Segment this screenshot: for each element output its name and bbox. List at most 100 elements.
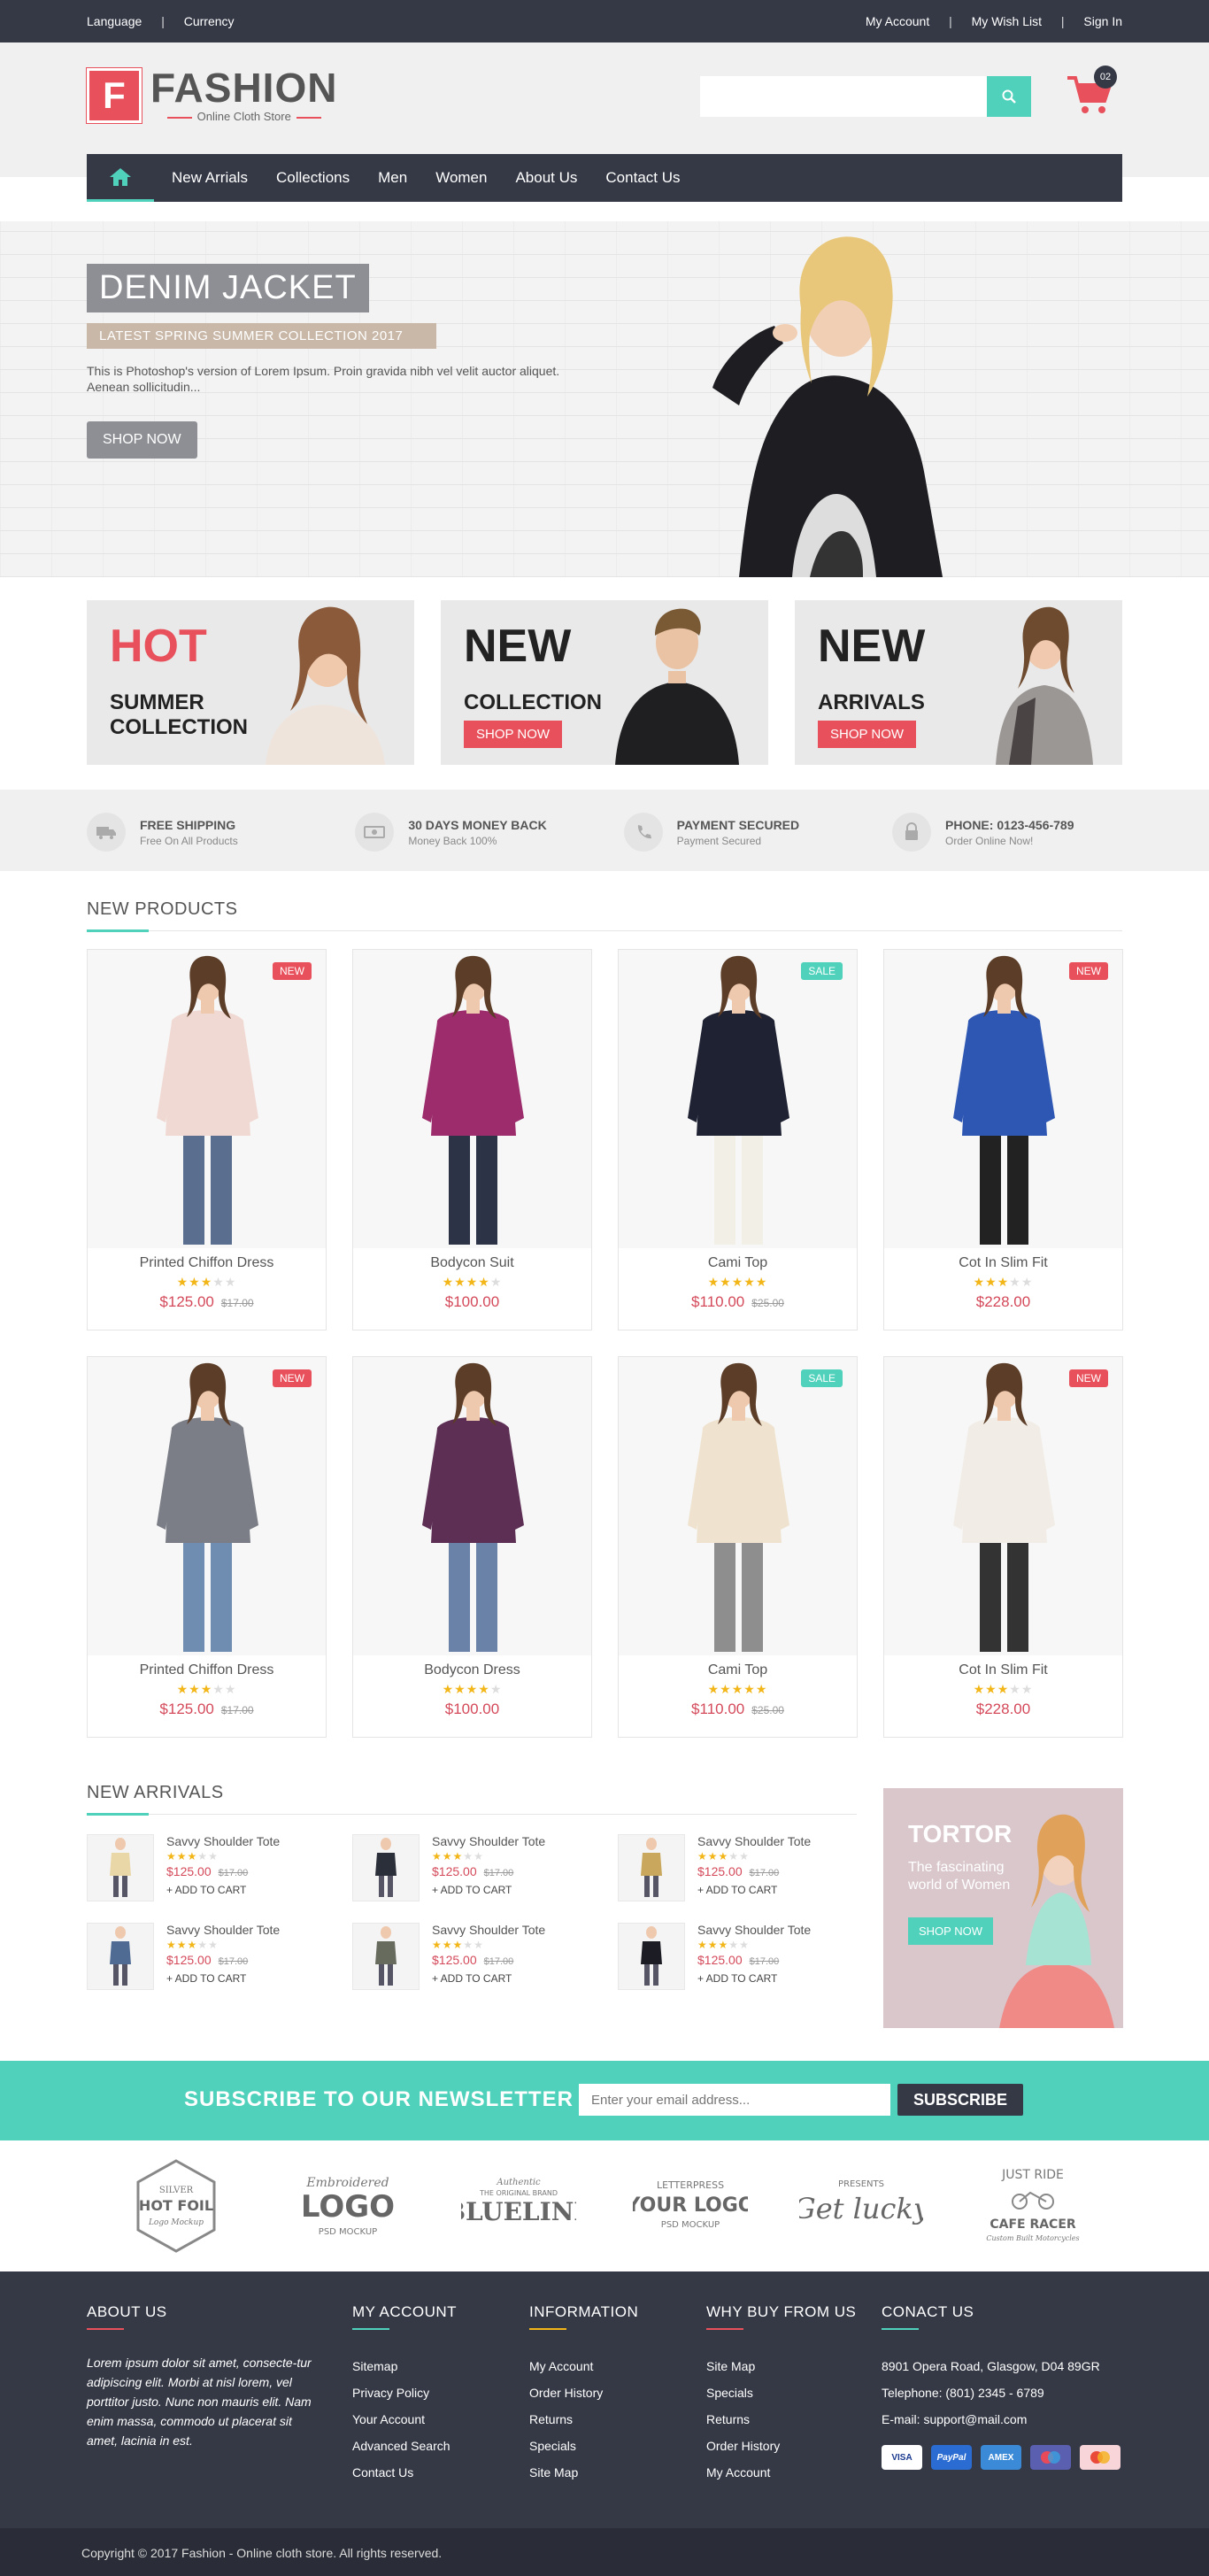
banner-model-image bbox=[266, 606, 385, 765]
product-name[interactable]: Printed Chiffon Dress bbox=[88, 1662, 326, 1678]
footer-link[interactable]: My Account bbox=[706, 2459, 882, 2486]
search-button[interactable] bbox=[987, 76, 1031, 117]
hero-shop-now-button[interactable]: SHOP NOW bbox=[87, 421, 197, 459]
footer-link[interactable]: Order History bbox=[706, 2433, 882, 2459]
product-name[interactable]: Printed Chiffon Dress bbox=[88, 1255, 326, 1271]
add-to-cart-link[interactable]: + ADD TO CART bbox=[432, 1884, 545, 1896]
star-icon: ★ bbox=[166, 1850, 177, 1863]
banner-shop-now-button[interactable]: SHOP NOW bbox=[818, 721, 917, 748]
nav-about-us[interactable]: About Us bbox=[515, 169, 577, 187]
subscribe-button[interactable]: SUBSCRIBE bbox=[897, 2084, 1023, 2116]
footer-link[interactable]: Advanced Search bbox=[352, 2433, 529, 2459]
arrival-name[interactable]: Savvy Shoulder Tote bbox=[697, 1834, 811, 1848]
arrival-name[interactable]: Savvy Shoulder Tote bbox=[432, 1923, 545, 1937]
star-icon: ★ bbox=[739, 1850, 750, 1863]
my-account-link[interactable]: My Account bbox=[866, 14, 929, 28]
nav-contact-us[interactable]: Contact Us bbox=[605, 169, 680, 187]
nav-collections[interactable]: Collections bbox=[276, 169, 350, 187]
footer-link[interactable]: Specials bbox=[529, 2433, 706, 2459]
add-to-cart-link[interactable]: + ADD TO CART bbox=[697, 1972, 811, 1985]
footer-link[interactable]: Your Account bbox=[352, 2406, 529, 2433]
footer-link[interactable]: Contact Us bbox=[352, 2459, 529, 2486]
product-card[interactable]: Bodycon Suit ★★★★★ $100.00 bbox=[352, 949, 592, 1330]
wishlist-link[interactable]: My Wish List bbox=[972, 14, 1042, 28]
banner-shop-now-button[interactable]: SHOP NOW bbox=[464, 721, 563, 748]
nav-women[interactable]: Women bbox=[435, 169, 487, 187]
arrival-thumbnail[interactable] bbox=[618, 1923, 685, 1990]
language-link[interactable]: Language bbox=[87, 14, 142, 28]
product-card[interactable]: NEW Cot In Slim Fit ★★★★★ $228.00 bbox=[883, 949, 1123, 1330]
footer-link[interactable]: Sitemap bbox=[352, 2353, 529, 2379]
arrival-item[interactable]: Savvy Shoulder Tote ★★★★★ $125.00 $17.00 + A… bbox=[87, 1834, 352, 1901]
newsletter-email-input[interactable] bbox=[579, 2084, 890, 2116]
product-card[interactable]: NEW Cot In Slim Fit ★★★★★ $228.00 bbox=[883, 1356, 1123, 1738]
arrival-thumbnail[interactable] bbox=[352, 1834, 420, 1901]
footer-link[interactable]: Site Map bbox=[706, 2353, 882, 2379]
star-icon: ★ bbox=[166, 1939, 177, 1951]
brand-logo[interactable]: LETTERPRESS YOUR LOGO PSD MOCKUP bbox=[624, 2157, 757, 2255]
footer-link[interactable]: Privacy Policy bbox=[352, 2379, 529, 2406]
product-card[interactable]: NEW Printed Chiffon Dress ★★★★★ $125.00 $17.… bbox=[87, 1356, 327, 1738]
arrival-item[interactable]: Savvy Shoulder Tote ★★★★★ $125.00 $17.00 + A… bbox=[618, 1923, 883, 1990]
lock-icon bbox=[905, 822, 918, 840]
footer-link[interactable]: Order History bbox=[529, 2379, 706, 2406]
product-name[interactable]: Cot In Slim Fit bbox=[884, 1662, 1122, 1678]
product-name[interactable]: Cot In Slim Fit bbox=[884, 1255, 1122, 1271]
footer-link[interactable]: Site Map bbox=[529, 2459, 706, 2486]
add-to-cart-link[interactable]: + ADD TO CART bbox=[166, 1972, 280, 1985]
arrival-name[interactable]: Savvy Shoulder Tote bbox=[432, 1834, 545, 1848]
arrival-thumbnail[interactable] bbox=[87, 1834, 154, 1901]
footer-heading: ABOUT US bbox=[87, 2303, 167, 2320]
arrival-item[interactable]: Savvy Shoulder Tote ★★★★★ $125.00 $17.00 + A… bbox=[618, 1834, 883, 1901]
brand-logo[interactable]: Embroidered LOGO PSD MOCKUP bbox=[281, 2157, 414, 2255]
arrival-item[interactable]: Savvy Shoulder Tote ★★★★★ $125.00 $17.00 + A… bbox=[87, 1923, 352, 1990]
footer-link[interactable]: Returns bbox=[529, 2406, 706, 2433]
product-name[interactable]: Cami Top bbox=[619, 1255, 857, 1271]
nav-new-arrivals[interactable]: New Arrials bbox=[172, 169, 248, 187]
product-card[interactable]: SALE Cami Top ★★★★★ $110.00 $25.00 bbox=[618, 1356, 858, 1738]
arrival-item[interactable]: Savvy Shoulder Tote ★★★★★ $125.00 $17.00 + A… bbox=[352, 1923, 618, 1990]
arrival-name[interactable]: Savvy Shoulder Tote bbox=[166, 1834, 280, 1848]
banner-new-arrivals[interactable]: NEW ARRIVALS SHOP NOW bbox=[795, 600, 1122, 765]
tortor-promo-banner[interactable]: TORTOR The fascinating world of Women SH… bbox=[883, 1788, 1123, 2028]
banner-new-collection[interactable]: NEW COLLECTION SHOP NOW bbox=[441, 600, 768, 765]
site-logo[interactable]: F FASHION Online Cloth Store bbox=[86, 66, 337, 124]
star-icon: ★ bbox=[452, 1850, 464, 1863]
product-name[interactable]: Cami Top bbox=[619, 1662, 857, 1678]
star-icon: ★ bbox=[755, 1275, 768, 1289]
contact-email[interactable]: E-mail: support@mail.com bbox=[882, 2406, 1122, 2433]
add-to-cart-link[interactable]: + ADD TO CART bbox=[432, 1972, 545, 1985]
arrival-item[interactable]: Savvy Shoulder Tote ★★★★★ $125.00 $17.00 + A… bbox=[352, 1834, 618, 1901]
search-input[interactable] bbox=[700, 76, 987, 117]
arrival-name[interactable]: Savvy Shoulder Tote bbox=[166, 1923, 280, 1937]
footer-link[interactable]: Returns bbox=[706, 2406, 882, 2433]
brand-logo[interactable]: PRESENTS Get lucky bbox=[795, 2157, 928, 2255]
add-to-cart-link[interactable]: + ADD TO CART bbox=[166, 1884, 280, 1896]
currency-link[interactable]: Currency bbox=[184, 14, 235, 28]
paypal-icon: PayPal bbox=[931, 2445, 972, 2470]
add-to-cart-link[interactable]: + ADD TO CART bbox=[697, 1884, 811, 1896]
nav-men[interactable]: Men bbox=[378, 169, 407, 187]
feature-payment-secured: PAYMENT SECURED Payment Secured bbox=[623, 813, 854, 852]
product-card[interactable]: NEW Printed Chiffon Dress ★★★★★ $125.00 $17.… bbox=[87, 949, 327, 1330]
product-card[interactable]: SALE Cami Top ★★★★★ $110.00 $25.00 bbox=[618, 949, 858, 1330]
product-card[interactable]: Bodycon Dress ★★★★★ $100.00 bbox=[352, 1356, 592, 1738]
promo-shop-now-button[interactable]: SHOP NOW bbox=[908, 1917, 993, 1945]
product-name[interactable]: Bodycon Suit bbox=[353, 1255, 591, 1271]
footer-link[interactable]: My Account bbox=[529, 2353, 706, 2379]
brand-logo[interactable]: Authentic THE ORIGINAL BRANDBLUELINE bbox=[452, 2157, 585, 2255]
brand-logo[interactable]: SILVER HOT FOIL Logo Mockup bbox=[110, 2157, 243, 2255]
brand-logo[interactable]: JUST RIDE CAFE RACER Custom Built Motorcyc… bbox=[966, 2157, 1099, 2255]
footer-link[interactable]: Specials bbox=[706, 2379, 882, 2406]
arrival-thumbnail[interactable] bbox=[87, 1923, 154, 1990]
star-icon: ★ bbox=[973, 1275, 986, 1289]
cart-button[interactable]: 02 bbox=[1066, 66, 1119, 117]
product-name[interactable]: Bodycon Dress bbox=[353, 1662, 591, 1678]
banner-hot-summer[interactable]: HOT SUMMER COLLECTION bbox=[87, 600, 414, 765]
arrival-thumbnail[interactable] bbox=[352, 1923, 420, 1990]
svg-text:PRESENTS: PRESENTS bbox=[838, 2179, 884, 2189]
arrival-name[interactable]: Savvy Shoulder Tote bbox=[697, 1923, 811, 1937]
sign-in-link[interactable]: Sign In bbox=[1083, 14, 1122, 28]
arrival-thumbnail[interactable] bbox=[618, 1834, 685, 1901]
nav-home[interactable] bbox=[87, 154, 154, 202]
